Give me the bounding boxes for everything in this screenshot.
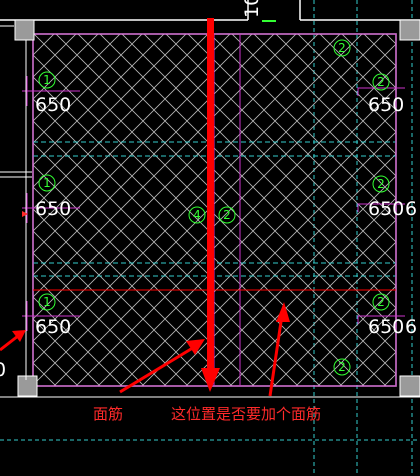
top-label: 10 — [241, 0, 263, 18]
edge-arrow-shaft — [0, 334, 19, 352]
dim-right-top: 650 — [368, 94, 404, 116]
cad-drawing-canvas[interactable]: 10 1 1 1 2 2 2 2 2 4 2 650 650 650 650 6… — [0, 0, 420, 476]
svg-text:1: 1 — [43, 295, 51, 309]
svg-text:1: 1 — [43, 176, 51, 190]
note-question: 这位置是否要加个面筋 — [171, 405, 321, 423]
dim-left-top: 650 — [35, 94, 71, 116]
dim-left-bottom: 650 — [35, 316, 71, 338]
note-face-rebar: 面筋 — [93, 405, 123, 423]
svg-text:2: 2 — [338, 360, 346, 374]
svg-text:2: 2 — [377, 295, 385, 309]
dim-right-bottom: 650 — [368, 316, 404, 338]
vertical-arrow-shaft — [207, 18, 214, 370]
svg-text:1: 1 — [43, 73, 51, 87]
dim-left-mid: 650 — [35, 198, 71, 220]
edge-char-right-bottom: 6 — [405, 316, 417, 338]
svg-text:2: 2 — [377, 177, 385, 191]
edge-char-left-bottom: 0 — [0, 359, 6, 381]
svg-text:2: 2 — [338, 41, 346, 55]
svg-text:2: 2 — [223, 208, 231, 222]
svg-text:4: 4 — [193, 208, 201, 222]
edge-char-right-mid: 6 — [405, 198, 417, 220]
dim-right-mid: 650 — [368, 198, 404, 220]
svg-text:2: 2 — [377, 75, 385, 89]
